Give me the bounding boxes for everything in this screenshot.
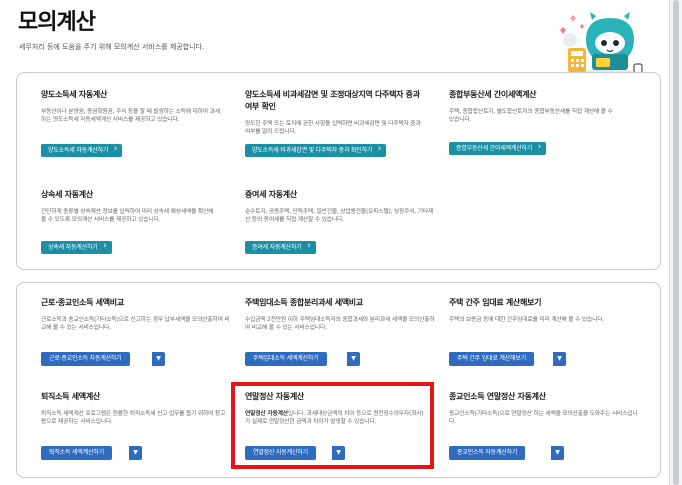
card-title: 상속세 자동계산 xyxy=(41,190,93,199)
card-title: 양도소득세 자동계산 xyxy=(41,90,108,99)
card-title: 양도소득세 비과세감면 및 조정대상지역 다주택자 중과 여부 확인 xyxy=(245,90,420,111)
card-title: 주택임대소득 종합분리과세 세액비교 xyxy=(245,298,363,307)
card-description: 순수토지, 공동주택, 단독주택, 일반건물, 상업용건물(오피스텔), 상장주… xyxy=(245,209,434,223)
card-description: 주택의 보증금 등에 대한 간주임대료를 미리 계산해 볼 수 있습니다. xyxy=(449,317,605,323)
card-title: 퇴직소득 세액계산 xyxy=(41,392,100,401)
card-description: 양도한 주택 또는 토지에 관한 사항을 입력하면 비과세감면 및 다주택자 중… xyxy=(245,121,421,135)
card-description: 주택, 종합합산토지, 별도합산토지의 종합부동산세를 직접 계산해 볼 수 있… xyxy=(449,109,613,123)
chevron-down-icon[interactable]: ▼ xyxy=(346,352,360,366)
chevron-down-icon[interactable]: ▼ xyxy=(128,446,142,460)
page-description: 세무처리 등에 도움을 주기 위해 모의계산 서비스를 제공합니다. xyxy=(19,43,205,51)
transfer-tax-exemption-check-button[interactable]: 양도소득세 비과세감면 및 다주택자 중과 확인하기 xyxy=(245,143,387,157)
page-title: 모의계산 xyxy=(18,10,96,35)
comprehensive-real-estate-tax-calc-button[interactable]: 종합부동산세 간이세액계산하기 xyxy=(449,141,547,155)
card-title: 근로·종교인소득 세액비교 xyxy=(41,298,124,307)
card-inheritance-tax: 상속세 자동계산 간단하게 종류별 상속재산 정보를 입력하여 미리 상속세 예… xyxy=(41,189,241,224)
card-deemed-rent: 주택 간주 임대료 계산해보기 주택의 보증금 등에 대한 간주임대료를 미리 … xyxy=(449,297,649,324)
card-title: 종교인소득 연말정산 자동계산 xyxy=(449,392,546,401)
earned-religious-income-calc-button[interactable]: 근로·종교인소득 자동계산하기 xyxy=(41,352,130,366)
card-description: 종교인소득(기타소득)으로 연말정산 하는 세액을 모의산출을 도와주는 서비스… xyxy=(449,411,638,425)
card-description: 부동산이나 분양권, 증권회원권, 주식 등을 팔 때 발생하는 소득에 대하여… xyxy=(41,109,220,123)
card-comprehensive-real-estate-tax: 종합부동산세 간이세액계산 주택, 종합합산토지, 별도합산토지의 종합부동산세… xyxy=(449,89,629,124)
religious-income-settlement-calc-button[interactable]: 종교인소득 자동계산하기 xyxy=(449,446,526,460)
card-description: 간단하게 종류별 상속재산 정보를 입력하여 미리 상속세 예상세액을 확인해볼… xyxy=(41,209,214,223)
calculator-group-1: 양도소득세 자동계산 부동산이나 분양권, 증권회원권, 주식 등을 팔 때 발… xyxy=(16,72,661,270)
card-gift-tax: 증여세 자동계산 순수토지, 공동주택, 단독주택, 일반건물, 상업용건물(오… xyxy=(245,189,445,224)
card-title: 주택 간주 임대료 계산해보기 xyxy=(449,298,542,307)
page: 모의계산 세무처리 등에 도움을 주기 위해 모의계산 서비스를 제공합니다. … xyxy=(0,0,682,485)
card-earned-religious-income: 근로·종교인소득 세액비교 근로소득과 종교인소득(기타소득)으로 신고하는 경… xyxy=(41,297,241,332)
retirement-income-tax-calc-button[interactable]: 퇴직소득 세액계산하기 xyxy=(41,446,112,460)
card-religious-income-settlement: 종교인소득 연말정산 자동계산 종교인소득(기타소득)으로 연말정산 하는 세액… xyxy=(449,391,649,426)
inheritance-tax-calc-button[interactable]: 상속세 자동계산하기 xyxy=(41,240,112,254)
housing-rental-income-calc-button[interactable]: 주택임대소득 세액계산하기 xyxy=(245,352,327,366)
card-transfer-income-tax: 양도소득세 자동계산 부동산이나 분양권, 증권회원권, 주식 등을 팔 때 발… xyxy=(41,89,241,124)
card-retirement-income-tax: 퇴직소득 세액계산 퇴직소득 세액계산 프로그램은 원활한 퇴직소득세 신고 업… xyxy=(41,391,241,426)
card-description: 수입금액 2천만원 이하 주택임대소득자의 종합과세와 분리과세 세액을 모의산… xyxy=(245,317,435,331)
chevron-down-icon[interactable]: ▼ xyxy=(151,352,165,366)
card-title: 종합부동산세 간이세액계산 xyxy=(449,90,537,99)
chevron-down-icon[interactable]: ▼ xyxy=(550,446,564,460)
card-description: 근로소득과 종교인소득(기타소득)으로 신고하는 경우 납부세액을 모의산출하여… xyxy=(41,317,230,331)
scrollbar-thumb[interactable] xyxy=(673,0,679,485)
card-transfer-tax-exemption: 양도소득세 비과세감면 및 조정대상지역 다주택자 중과 여부 확인 양도한 주… xyxy=(245,89,425,136)
chevron-down-icon[interactable]: ▼ xyxy=(552,352,566,366)
highlight-box xyxy=(231,382,434,469)
card-description: 퇴직소득 세액계산 프로그램은 원활한 퇴직소득세 신고 업무를 돕기 위하여 … xyxy=(41,411,226,425)
deemed-rent-calc-button[interactable]: 주택 간주 임대료 계산해보기 xyxy=(449,352,534,366)
transfer-income-tax-calc-button[interactable]: 양도소득세 자동계산하기 xyxy=(41,143,123,157)
card-housing-rental-income: 주택임대소득 종합분리과세 세액비교 수입금액 2천만원 이하 주택임대소득자의… xyxy=(245,297,445,332)
card-title: 증여세 자동계산 xyxy=(245,190,297,199)
gift-tax-calc-button[interactable]: 증여세 자동계산하기 xyxy=(245,240,316,254)
